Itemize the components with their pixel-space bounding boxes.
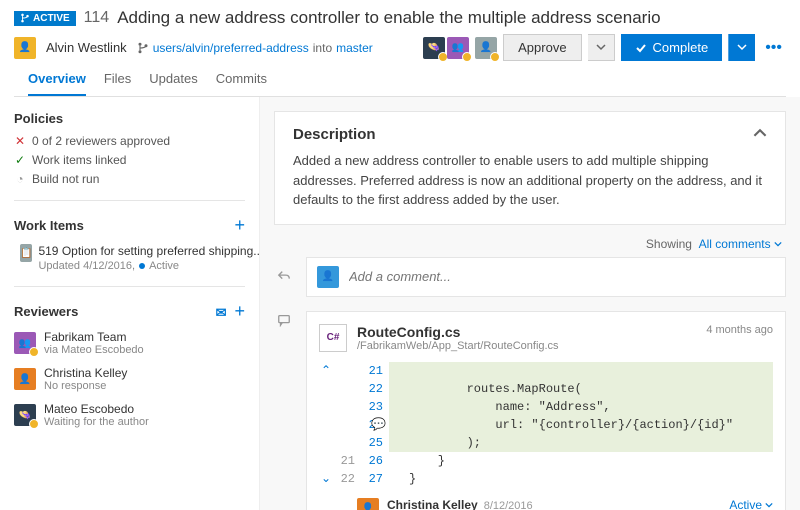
comment-status-dropdown[interactable]: Active (729, 498, 773, 510)
source-branch-link[interactable]: users/alvin/preferred-address (153, 41, 309, 55)
current-user-avatar: 👤 (317, 266, 339, 288)
file-time: 4 months ago (706, 324, 773, 336)
target-branch-link[interactable]: master (336, 41, 373, 55)
comment-row: 👤 Christina Kelley 8/12/2016 Active I th… (319, 488, 773, 510)
comment-icon[interactable] (277, 313, 291, 327)
comment-input[interactable] (349, 269, 775, 284)
description-card: Description Added a new address controll… (274, 111, 786, 225)
reply-icon[interactable] (277, 269, 291, 283)
reviewer-row[interactable]: 👥 Fabrikam Teamvia Mateo Escobedo (14, 330, 245, 356)
file-path: /FabrikamWeb/App_Start/RouteConfig.cs (357, 340, 559, 352)
chevron-down-icon (737, 42, 747, 52)
add-comment-box[interactable]: 👤 (306, 257, 786, 297)
avatar[interactable]: 👒 (423, 37, 445, 59)
more-button[interactable]: ••• (761, 39, 786, 57)
reviewer-avatar-group: 👒 👥 (423, 37, 469, 59)
policy-item: ✕0 of 2 reviewers approved (14, 134, 245, 148)
avatar: 👤 (357, 498, 379, 510)
reviewer-row[interactable]: 👒 Mateo EscobedoWaiting for the author (14, 402, 245, 428)
workitems-heading: Work Items (14, 218, 84, 233)
code-diff: ⌃ ⌄ 2122 21222324252627 (319, 362, 773, 488)
add-reviewer-button[interactable]: + (234, 301, 245, 321)
chevron-down-icon (765, 501, 773, 509)
avatar[interactable]: 👤 (475, 37, 497, 59)
expand-down-icon[interactable]: ⌄ (319, 470, 333, 488)
comment-filter: Showing All comments (274, 237, 786, 251)
workitem-row[interactable]: 📋 519 Option for setting preferred shipp… (14, 244, 245, 272)
avatar: 👒 (14, 404, 36, 426)
file-name[interactable]: RouteConfig.cs (357, 324, 559, 340)
pr-title: Adding a new address controller to enabl… (117, 8, 660, 28)
avatar[interactable]: 👥 (447, 37, 469, 59)
avatar: 👤 (14, 368, 36, 390)
workitem-type-icon: 📋 (20, 244, 32, 262)
tab-updates[interactable]: Updates (149, 65, 197, 96)
status-badge: ACTIVE (14, 11, 76, 26)
tab-commits[interactable]: Commits (216, 65, 267, 96)
comment-time: 8/12/2016 (484, 500, 533, 510)
author-name: Alvin Westlink (46, 40, 127, 55)
description-body: Added a new address controller to enable… (293, 151, 767, 210)
policy-item: ✓Work items linked (14, 153, 245, 167)
reviewers-heading: Reviewers (14, 304, 78, 319)
complete-button[interactable]: Complete (621, 34, 723, 61)
avatar: 👥 (14, 332, 36, 354)
mail-reviewers-button[interactable]: ✉ (216, 305, 227, 320)
comment-filter-link[interactable]: All comments (699, 237, 782, 251)
comment-author: Christina Kelley (387, 498, 478, 510)
chevron-down-icon (774, 240, 782, 248)
branch-icon (20, 13, 30, 23)
check-icon: ✓ (14, 154, 26, 166)
policy-item: ◔Build not run (14, 172, 245, 186)
add-workitem-button[interactable]: + (234, 215, 245, 236)
branch-icon (137, 42, 149, 54)
chevron-down-icon (596, 42, 606, 52)
approve-button[interactable]: Approve (503, 34, 581, 61)
author-avatar: 👤 (14, 37, 36, 59)
chevron-up-icon (753, 126, 767, 140)
inline-comment-icon[interactable]: 💬 (371, 416, 386, 434)
expand-up-icon[interactable]: ⌃ (319, 362, 333, 380)
tab-files[interactable]: Files (104, 65, 131, 96)
reviewer-row[interactable]: 👤 Christina KelleyNo response (14, 366, 245, 392)
policies-heading: Policies (14, 111, 245, 126)
csharp-file-icon: C# (319, 324, 347, 352)
complete-dropdown[interactable] (728, 34, 755, 61)
description-heading: Description (293, 126, 376, 143)
file-thread-card: C# RouteConfig.cs /FabrikamWeb/App_Start… (306, 311, 786, 510)
check-icon (635, 42, 647, 54)
tab-overview[interactable]: Overview (28, 65, 86, 96)
pr-id: 114 (84, 9, 110, 27)
x-icon: ✕ (14, 135, 26, 147)
into-label: into (313, 41, 332, 55)
collapse-button[interactable] (753, 126, 767, 143)
clock-icon: ◔ (14, 173, 26, 185)
approve-dropdown[interactable] (588, 34, 615, 61)
